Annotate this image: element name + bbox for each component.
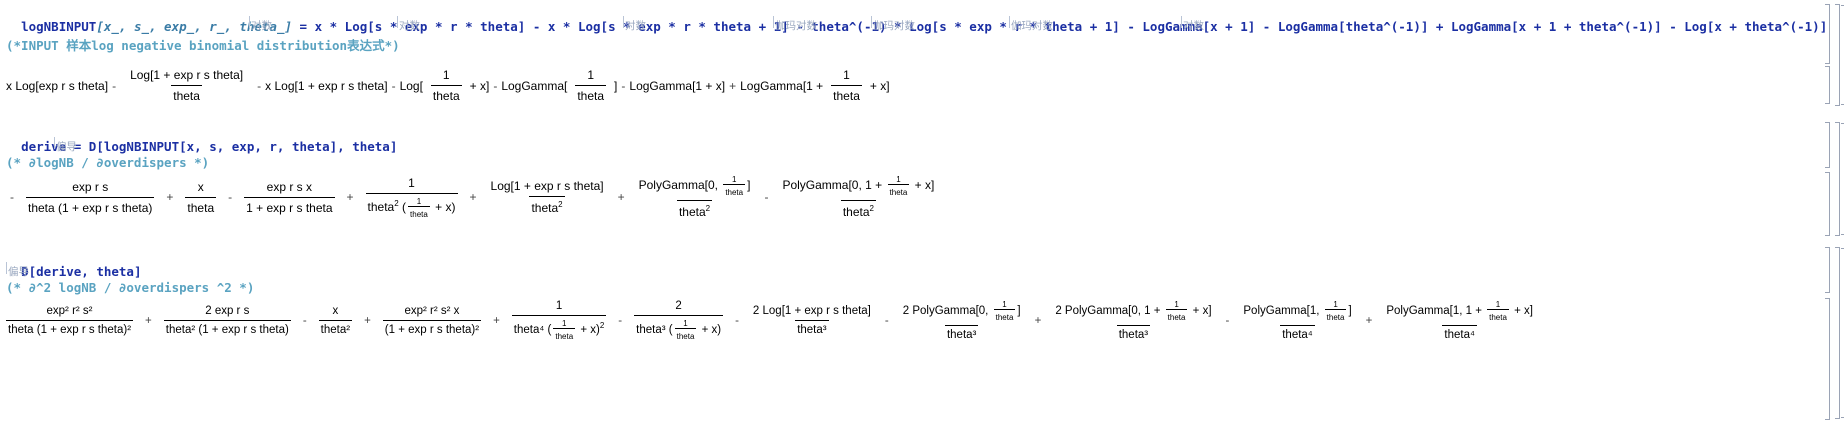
fraction: 2 theta³ (1 theta + x) [634, 300, 724, 341]
fraction: 2 Log[1 + exp r s theta] theta³ [752, 305, 871, 336]
fraction: x theta [185, 179, 217, 215]
fraction: 1 theta [430, 68, 462, 103]
output-term: x Log[1 + exp r s theta] [265, 78, 388, 93]
usage-hint: 偏导 [54, 137, 77, 153]
expression: = D[logNBINPUT[x, s, exp, r, theta], the… [66, 139, 398, 154]
output-term: LogGamma[1 + x] [629, 78, 726, 93]
function-name: logNBINPUT [21, 19, 97, 34]
usage-hint: 伽玛对数 [1009, 16, 1053, 32]
output-cell-3: exp² r² s² theta (1 + exp r s theta)² + 2… [6, 300, 1533, 341]
output-cell-1: x Log[exp r s theta] - Log[1 + exp r s t… [6, 68, 890, 103]
code-comment: (* ∂^2 logNB / ∂overdispers ^2 *) [6, 280, 255, 295]
input-cell-1[interactable]: logNBINPUT[x_, s_, exp_, r_, theta_] = x… [6, 4, 1827, 34]
fraction: 2 exp r s theta² (1 + exp r s theta) [163, 305, 291, 336]
usage-hint: 对数 [249, 16, 272, 32]
fraction: PolyGamma[0, 1 theta] theta2 [638, 175, 751, 219]
usage-hint: 对数 [623, 16, 646, 32]
fraction: exp r s x1 + exp r s theta [244, 179, 335, 215]
fraction: exp² r² s² theta (1 + exp r s theta)² [6, 305, 134, 336]
fraction: 2 PolyGamma[0, 1 theta] theta³ [902, 300, 1021, 341]
fraction: 2 PolyGamma[0, 1 + 1 theta + x] theta³ [1055, 300, 1212, 341]
fraction: PolyGamma[1, 1 + 1 theta + x] theta⁴ [1386, 300, 1533, 341]
fraction: Log[1 + exp r s theta] theta2 [490, 179, 604, 215]
cell-bracket[interactable] [1825, 247, 1830, 293]
usage-hint: 对数 [397, 16, 420, 32]
fraction: exp² r² s² x (1 + exp r s theta)² [382, 305, 482, 336]
cell-bracket[interactable] [1825, 66, 1830, 104]
fraction: 1 theta [831, 68, 862, 103]
fraction: 1 theta [575, 68, 607, 103]
usage-hint: 伽玛对数 [773, 16, 817, 32]
output-term: x Log[exp r s theta] [6, 78, 109, 93]
output-cell-2: - exp r s theta (1 + exp r s theta) + x th… [10, 175, 935, 219]
cell-bracket[interactable] [1825, 4, 1830, 64]
usage-hint: 偏导 [6, 262, 29, 278]
cell-bracket[interactable] [1825, 172, 1830, 236]
cell-group-bracket[interactable] [1835, 122, 1844, 236]
usage-hint: 对数 [1181, 16, 1204, 32]
fraction: PolyGamma[1, 1 theta] theta⁴ [1243, 300, 1352, 341]
usage-hint: 伽玛对数 [871, 16, 915, 32]
fraction: x theta² [318, 305, 353, 336]
fraction: exp r s theta (1 + exp r s theta) [26, 179, 155, 215]
cell-bracket[interactable] [1825, 122, 1830, 168]
cell-bracket[interactable] [1825, 298, 1830, 420]
function-body: = x * Log[s * exp * r * theta] - x * Log… [292, 19, 1828, 34]
cell-group-bracket[interactable] [1835, 4, 1844, 106]
fraction: 1 theta⁴ (1 theta + x)2 [511, 300, 607, 341]
code-comment: (*INPUT 样本log negative binomial distribu… [6, 38, 400, 53]
fraction: 1 theta2 (1 theta + x) [365, 175, 458, 219]
code-comment: (* ∂logNB / ∂overdispers *) [6, 155, 210, 170]
cell-group-bracket[interactable] [1835, 247, 1844, 419]
expression: D[derive, theta] [21, 264, 142, 279]
fraction: Log[1 + exp r s theta] theta [130, 68, 244, 103]
fraction: PolyGamma[0, 1 + 1 theta + x] theta2 [782, 175, 935, 219]
